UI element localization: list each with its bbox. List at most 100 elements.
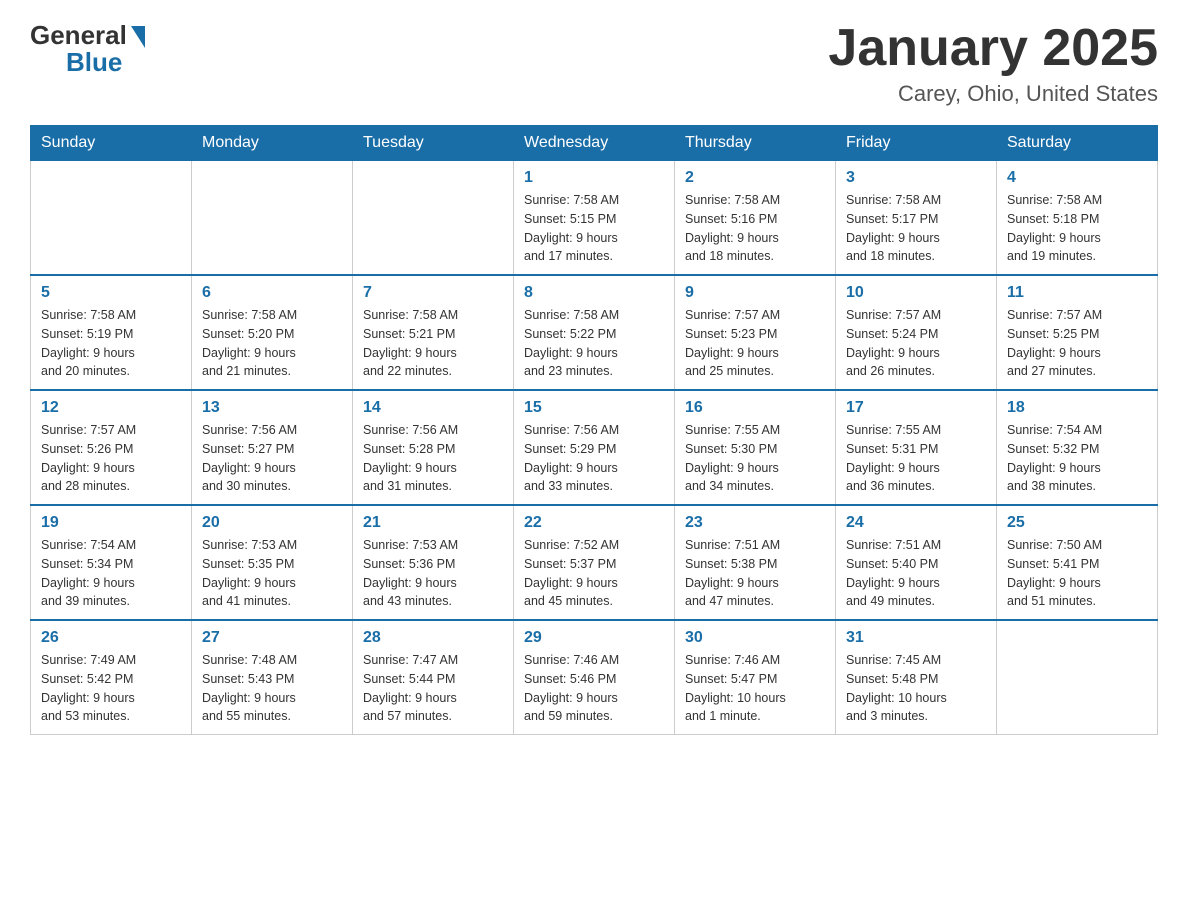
day-info: Sunrise: 7:53 AM Sunset: 5:35 PM Dayligh…: [202, 536, 342, 611]
day-number: 30: [685, 629, 825, 647]
calendar-table: SundayMondayTuesdayWednesdayThursdayFrid…: [30, 125, 1158, 735]
calendar-cell: 1Sunrise: 7:58 AM Sunset: 5:15 PM Daylig…: [514, 161, 675, 276]
calendar-week-row: 1Sunrise: 7:58 AM Sunset: 5:15 PM Daylig…: [31, 161, 1158, 276]
day-number: 2: [685, 169, 825, 187]
calendar-cell: 30 Sunrise: 7:46 AM Sunset: 5:47 PM Dayli…: [675, 620, 836, 735]
calendar-week-row: 19Sunrise: 7:54 AM Sunset: 5:34 PM Dayli…: [31, 505, 1158, 620]
calendar-cell: 23 Sunrise: 7:51 AM Sunset: 5:38 PM Dayli…: [675, 505, 836, 620]
calendar-cell: [192, 161, 353, 276]
day-number: 25: [1007, 514, 1147, 532]
title-section: January 2025 Carey, Ohio, United States: [828, 20, 1158, 107]
day-info: Sunrise: 7:58 AM Sunset: 5:22 PM Dayligh…: [524, 306, 664, 381]
day-number: 31: [846, 629, 986, 647]
day-info: Sunrise: 7:57 AM Sunset: 5:23 PM Dayligh…: [685, 306, 825, 381]
calendar-header-thursday: Thursday: [675, 126, 836, 161]
calendar-cell: 27Sunrise: 7:48 AM Sunset: 5:43 PM Dayli…: [192, 620, 353, 735]
day-info: Sunrise: 7:51 AM Sunset: 5:38 PM Dayligh…: [685, 536, 825, 611]
logo-blue-text: Blue: [66, 47, 122, 78]
day-info: Sunrise: 7:54 AM Sunset: 5:34 PM Dayligh…: [41, 536, 181, 611]
day-info: Sunrise: 7:57 AM Sunset: 5:24 PM Dayligh…: [846, 306, 986, 381]
calendar-cell: 26 Sunrise: 7:49 AM Sunset: 5:42 PM Dayli…: [31, 620, 192, 735]
day-number: 8: [524, 284, 664, 302]
day-info: Sunrise: 7:46 AM Sunset: 5:46 PM Dayligh…: [524, 651, 664, 726]
day-info: Sunrise: 7:51 AM Sunset: 5:40 PM Dayligh…: [846, 536, 986, 611]
day-number: 5: [41, 284, 181, 302]
calendar-cell: 18 Sunrise: 7:54 AM Sunset: 5:32 PM Dayli…: [997, 390, 1158, 505]
calendar-cell: 22 Sunrise: 7:52 AM Sunset: 5:37 PM Dayli…: [514, 505, 675, 620]
logo: General Blue: [30, 20, 145, 78]
calendar-header-tuesday: Tuesday: [353, 126, 514, 161]
day-info: Sunrise: 7:55 AM Sunset: 5:30 PM Dayligh…: [685, 421, 825, 496]
day-info: Sunrise: 7:58 AM Sunset: 5:18 PM Dayligh…: [1007, 191, 1147, 266]
day-number: 26: [41, 629, 181, 647]
day-number: 14: [363, 399, 503, 417]
calendar-cell: 7 Sunrise: 7:58 AM Sunset: 5:21 PM Daylig…: [353, 275, 514, 390]
month-title: January 2025: [828, 20, 1158, 77]
day-number: 13: [202, 399, 342, 417]
calendar-week-row: 26 Sunrise: 7:49 AM Sunset: 5:42 PM Dayli…: [31, 620, 1158, 735]
calendar-cell: 25 Sunrise: 7:50 AM Sunset: 5:41 PM Dayli…: [997, 505, 1158, 620]
calendar-cell: 11Sunrise: 7:57 AM Sunset: 5:25 PM Dayli…: [997, 275, 1158, 390]
calendar-cell: 10 Sunrise: 7:57 AM Sunset: 5:24 PM Dayli…: [836, 275, 997, 390]
calendar-cell: 20 Sunrise: 7:53 AM Sunset: 5:35 PM Dayli…: [192, 505, 353, 620]
day-number: 16: [685, 399, 825, 417]
day-number: 21: [363, 514, 503, 532]
day-number: 17: [846, 399, 986, 417]
day-info: Sunrise: 7:50 AM Sunset: 5:41 PM Dayligh…: [1007, 536, 1147, 611]
day-info: Sunrise: 7:56 AM Sunset: 5:28 PM Dayligh…: [363, 421, 503, 496]
day-info: Sunrise: 7:46 AM Sunset: 5:47 PM Dayligh…: [685, 651, 825, 726]
day-info: Sunrise: 7:52 AM Sunset: 5:37 PM Dayligh…: [524, 536, 664, 611]
page-header: General Blue January 2025 Carey, Ohio, U…: [30, 20, 1158, 107]
day-number: 12: [41, 399, 181, 417]
day-info: Sunrise: 7:58 AM Sunset: 5:17 PM Dayligh…: [846, 191, 986, 266]
calendar-cell: 15Sunrise: 7:56 AM Sunset: 5:29 PM Dayli…: [514, 390, 675, 505]
day-number: 10: [846, 284, 986, 302]
day-number: 18: [1007, 399, 1147, 417]
day-info: Sunrise: 7:58 AM Sunset: 5:19 PM Dayligh…: [41, 306, 181, 381]
calendar-header-row: SundayMondayTuesdayWednesdayThursdayFrid…: [31, 126, 1158, 161]
day-number: 20: [202, 514, 342, 532]
day-info: Sunrise: 7:48 AM Sunset: 5:43 PM Dayligh…: [202, 651, 342, 726]
calendar-cell: [31, 161, 192, 276]
calendar-cell: 16 Sunrise: 7:55 AM Sunset: 5:30 PM Dayli…: [675, 390, 836, 505]
calendar-cell: 29 Sunrise: 7:46 AM Sunset: 5:46 PM Dayli…: [514, 620, 675, 735]
logo-triangle-icon: [131, 26, 145, 48]
day-number: 23: [685, 514, 825, 532]
day-info: Sunrise: 7:56 AM Sunset: 5:27 PM Dayligh…: [202, 421, 342, 496]
day-number: 24: [846, 514, 986, 532]
calendar-cell: 14 Sunrise: 7:56 AM Sunset: 5:28 PM Dayli…: [353, 390, 514, 505]
calendar-cell: 28Sunrise: 7:47 AM Sunset: 5:44 PM Dayli…: [353, 620, 514, 735]
day-info: Sunrise: 7:58 AM Sunset: 5:20 PM Dayligh…: [202, 306, 342, 381]
calendar-header-monday: Monday: [192, 126, 353, 161]
calendar-header-wednesday: Wednesday: [514, 126, 675, 161]
calendar-cell: 3 Sunrise: 7:58 AM Sunset: 5:17 PM Daylig…: [836, 161, 997, 276]
day-number: 6: [202, 284, 342, 302]
day-info: Sunrise: 7:58 AM Sunset: 5:21 PM Dayligh…: [363, 306, 503, 381]
day-number: 7: [363, 284, 503, 302]
calendar-week-row: 12Sunrise: 7:57 AM Sunset: 5:26 PM Dayli…: [31, 390, 1158, 505]
day-info: Sunrise: 7:49 AM Sunset: 5:42 PM Dayligh…: [41, 651, 181, 726]
day-info: Sunrise: 7:47 AM Sunset: 5:44 PM Dayligh…: [363, 651, 503, 726]
day-number: 3: [846, 169, 986, 187]
day-info: Sunrise: 7:58 AM Sunset: 5:16 PM Dayligh…: [685, 191, 825, 266]
calendar-cell: 6 Sunrise: 7:58 AM Sunset: 5:20 PM Daylig…: [192, 275, 353, 390]
calendar-cell: [997, 620, 1158, 735]
day-info: Sunrise: 7:45 AM Sunset: 5:48 PM Dayligh…: [846, 651, 986, 726]
calendar-cell: 9 Sunrise: 7:57 AM Sunset: 5:23 PM Daylig…: [675, 275, 836, 390]
day-number: 9: [685, 284, 825, 302]
day-info: Sunrise: 7:54 AM Sunset: 5:32 PM Dayligh…: [1007, 421, 1147, 496]
day-number: 4: [1007, 169, 1147, 187]
calendar-cell: 8 Sunrise: 7:58 AM Sunset: 5:22 PM Daylig…: [514, 275, 675, 390]
calendar-cell: 12Sunrise: 7:57 AM Sunset: 5:26 PM Dayli…: [31, 390, 192, 505]
day-info: Sunrise: 7:53 AM Sunset: 5:36 PM Dayligh…: [363, 536, 503, 611]
day-number: 29: [524, 629, 664, 647]
calendar-header-sunday: Sunday: [31, 126, 192, 161]
day-number: 22: [524, 514, 664, 532]
calendar-cell: 19Sunrise: 7:54 AM Sunset: 5:34 PM Dayli…: [31, 505, 192, 620]
calendar-cell: 17Sunrise: 7:55 AM Sunset: 5:31 PM Dayli…: [836, 390, 997, 505]
day-number: 1: [524, 169, 664, 187]
calendar-cell: 5 Sunrise: 7:58 AM Sunset: 5:19 PM Daylig…: [31, 275, 192, 390]
calendar-header-saturday: Saturday: [997, 126, 1158, 161]
calendar-header-friday: Friday: [836, 126, 997, 161]
location: Carey, Ohio, United States: [828, 81, 1158, 107]
